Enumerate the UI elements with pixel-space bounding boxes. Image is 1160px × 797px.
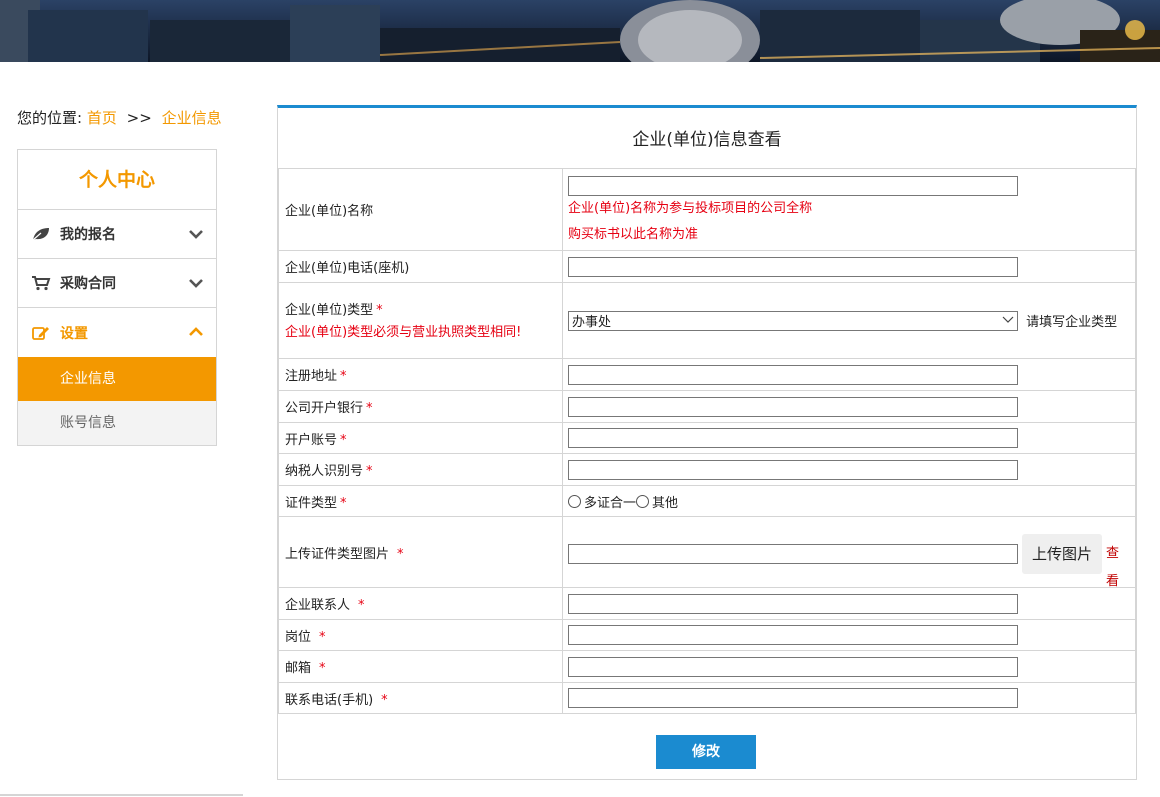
field-label: 开户账号 <box>285 432 338 448</box>
modify-button[interactable]: 修改 <box>656 735 756 769</box>
field-label: 邮箱 <box>285 661 312 676</box>
required-mark: * <box>376 302 383 318</box>
breadcrumb: 您的位置: 首页 >> 企业信息 <box>17 107 222 128</box>
sidebar-subitem-account-info[interactable]: 账号信息 <box>18 401 216 445</box>
form-row-upload: 上传证件类型图片 * 上传图片 查看 <box>278 516 1136 589</box>
form-row-contact: 企业联系人 * <box>278 587 1136 620</box>
company-info-panel: 企业(单位)信息查看 企业(单位)名称 企业(单位)名称为参与投标项目的公司全称… <box>277 105 1137 780</box>
company-type-select[interactable]: 办事处 <box>568 310 1018 331</box>
field-label: 注册地址 <box>285 369 338 384</box>
account-input[interactable] <box>568 428 1018 448</box>
header-banner <box>0 0 1160 62</box>
field-label: 企业联系人 <box>285 598 351 613</box>
form-row-account: 开户账号 * <box>278 422 1136 454</box>
chevron-down-icon <box>1002 313 1014 328</box>
name-note-2: 购买标书以此名称为准 <box>568 226 699 242</box>
contact-input[interactable] <box>568 593 1018 614</box>
chevron-up-icon <box>188 325 204 339</box>
sidebar-item-settings[interactable]: 设置 <box>18 308 216 357</box>
footer-divider <box>0 794 243 796</box>
upload-path-input[interactable] <box>568 544 1018 564</box>
chevron-down-icon <box>188 276 204 290</box>
taxid-input[interactable] <box>568 459 1018 480</box>
form-row-mobile: 联系电话(手机) * <box>278 682 1136 714</box>
sidebar-item-label: 我的报名 <box>60 227 116 243</box>
cert-type-radio-multi[interactable] <box>568 494 581 508</box>
required-mark: * <box>381 692 388 708</box>
field-label: 企业(单位)电话(座机) <box>278 250 563 283</box>
name-note: 企业(单位)名称为参与投标项目的公司全称 <box>568 200 813 216</box>
required-mark: * <box>319 661 326 676</box>
field-label: 上传证件类型图片 <box>285 546 390 562</box>
radio-label: 多证合一 <box>584 495 637 511</box>
sidebar-item-label: 设置 <box>60 325 88 342</box>
required-mark: * <box>319 629 326 645</box>
cert-type-radio-other[interactable] <box>636 494 650 508</box>
required-mark: * <box>366 401 373 416</box>
required-mark: * <box>366 464 373 479</box>
chevron-down-icon <box>188 227 204 241</box>
required-mark: * <box>340 432 347 448</box>
radio-label: 其他 <box>652 495 679 511</box>
required-mark: * <box>358 598 365 613</box>
required-mark: * <box>340 369 347 384</box>
view-image-link[interactable]: 查看 <box>1106 540 1126 596</box>
page-title: 企业(单位)信息查看 <box>632 130 782 150</box>
breadcrumb-current[interactable]: 企业信息 <box>162 109 222 127</box>
form-row-phone: 企业(单位)电话(座机) <box>278 250 1136 283</box>
form-row-bank: 公司开户银行 * <box>278 390 1136 423</box>
form-row-email: 邮箱 * <box>278 650 1136 683</box>
bank-input[interactable] <box>568 396 1018 417</box>
field-label: 企业(单位)名称 <box>278 168 563 251</box>
breadcrumb-separator: >> <box>126 109 152 127</box>
type-note: 企业(单位)类型必须与营业执照类型相同! <box>285 324 522 340</box>
company-phone-input[interactable] <box>568 256 1018 277</box>
edit-icon <box>30 324 52 342</box>
company-name-input[interactable] <box>568 175 1018 196</box>
form-row-address: 注册地址 * <box>278 358 1136 391</box>
field-label: 岗位 <box>285 629 312 645</box>
address-input[interactable] <box>568 364 1018 385</box>
form-row-taxid: 纳税人识别号 * <box>278 453 1136 486</box>
field-label: 纳税人识别号 <box>285 464 364 479</box>
breadcrumb-prefix: 您的位置: <box>17 109 83 127</box>
upload-image-button[interactable]: 上传图片 <box>1022 534 1102 574</box>
sidebar: 个人中心 我的报名 采购合同 设置 企业信息 账号信息 <box>17 149 217 446</box>
form-row-type: 企业(单位)类型 * 企业(单位)类型必须与营业执照类型相同! 办事处 请填写企业… <box>278 282 1136 359</box>
form-row-position: 岗位 * <box>278 619 1136 651</box>
leaf-icon <box>30 225 52 243</box>
sidebar-title: 个人中心 <box>18 150 216 210</box>
form-row-name: 企业(单位)名称 企业(单位)名称为参与投标项目的公司全称 购买标书以此名称为准 <box>278 168 1136 251</box>
field-label: 证件类型 <box>285 495 338 511</box>
breadcrumb-home-link[interactable]: 首页 <box>87 109 117 127</box>
company-type-selected: 办事处 <box>572 315 612 330</box>
email-input[interactable] <box>568 656 1018 677</box>
field-label: 联系电话(手机) <box>285 692 374 708</box>
sidebar-item-purchase-contract[interactable]: 采购合同 <box>18 259 216 308</box>
required-mark: * <box>340 495 347 511</box>
sidebar-item-my-registration[interactable]: 我的报名 <box>18 210 216 259</box>
company-info-form: 企业(单位)名称 企业(单位)名称为参与投标项目的公司全称 购买标书以此名称为准… <box>278 168 1136 714</box>
mobile-input[interactable] <box>568 688 1018 708</box>
form-row-certtype: 证件类型 * 多证合一 其他 <box>278 485 1136 517</box>
city-banner-image <box>0 0 1160 62</box>
field-label: 公司开户银行 <box>285 401 364 416</box>
field-label: 企业(单位)类型 <box>285 302 374 318</box>
required-mark: * <box>397 546 404 562</box>
sidebar-subitem-company-info[interactable]: 企业信息 <box>18 357 216 401</box>
position-input[interactable] <box>568 625 1018 645</box>
cart-icon <box>30 274 52 292</box>
type-hint: 请填写企业类型 <box>1026 315 1118 330</box>
sidebar-item-label: 采购合同 <box>60 276 116 292</box>
